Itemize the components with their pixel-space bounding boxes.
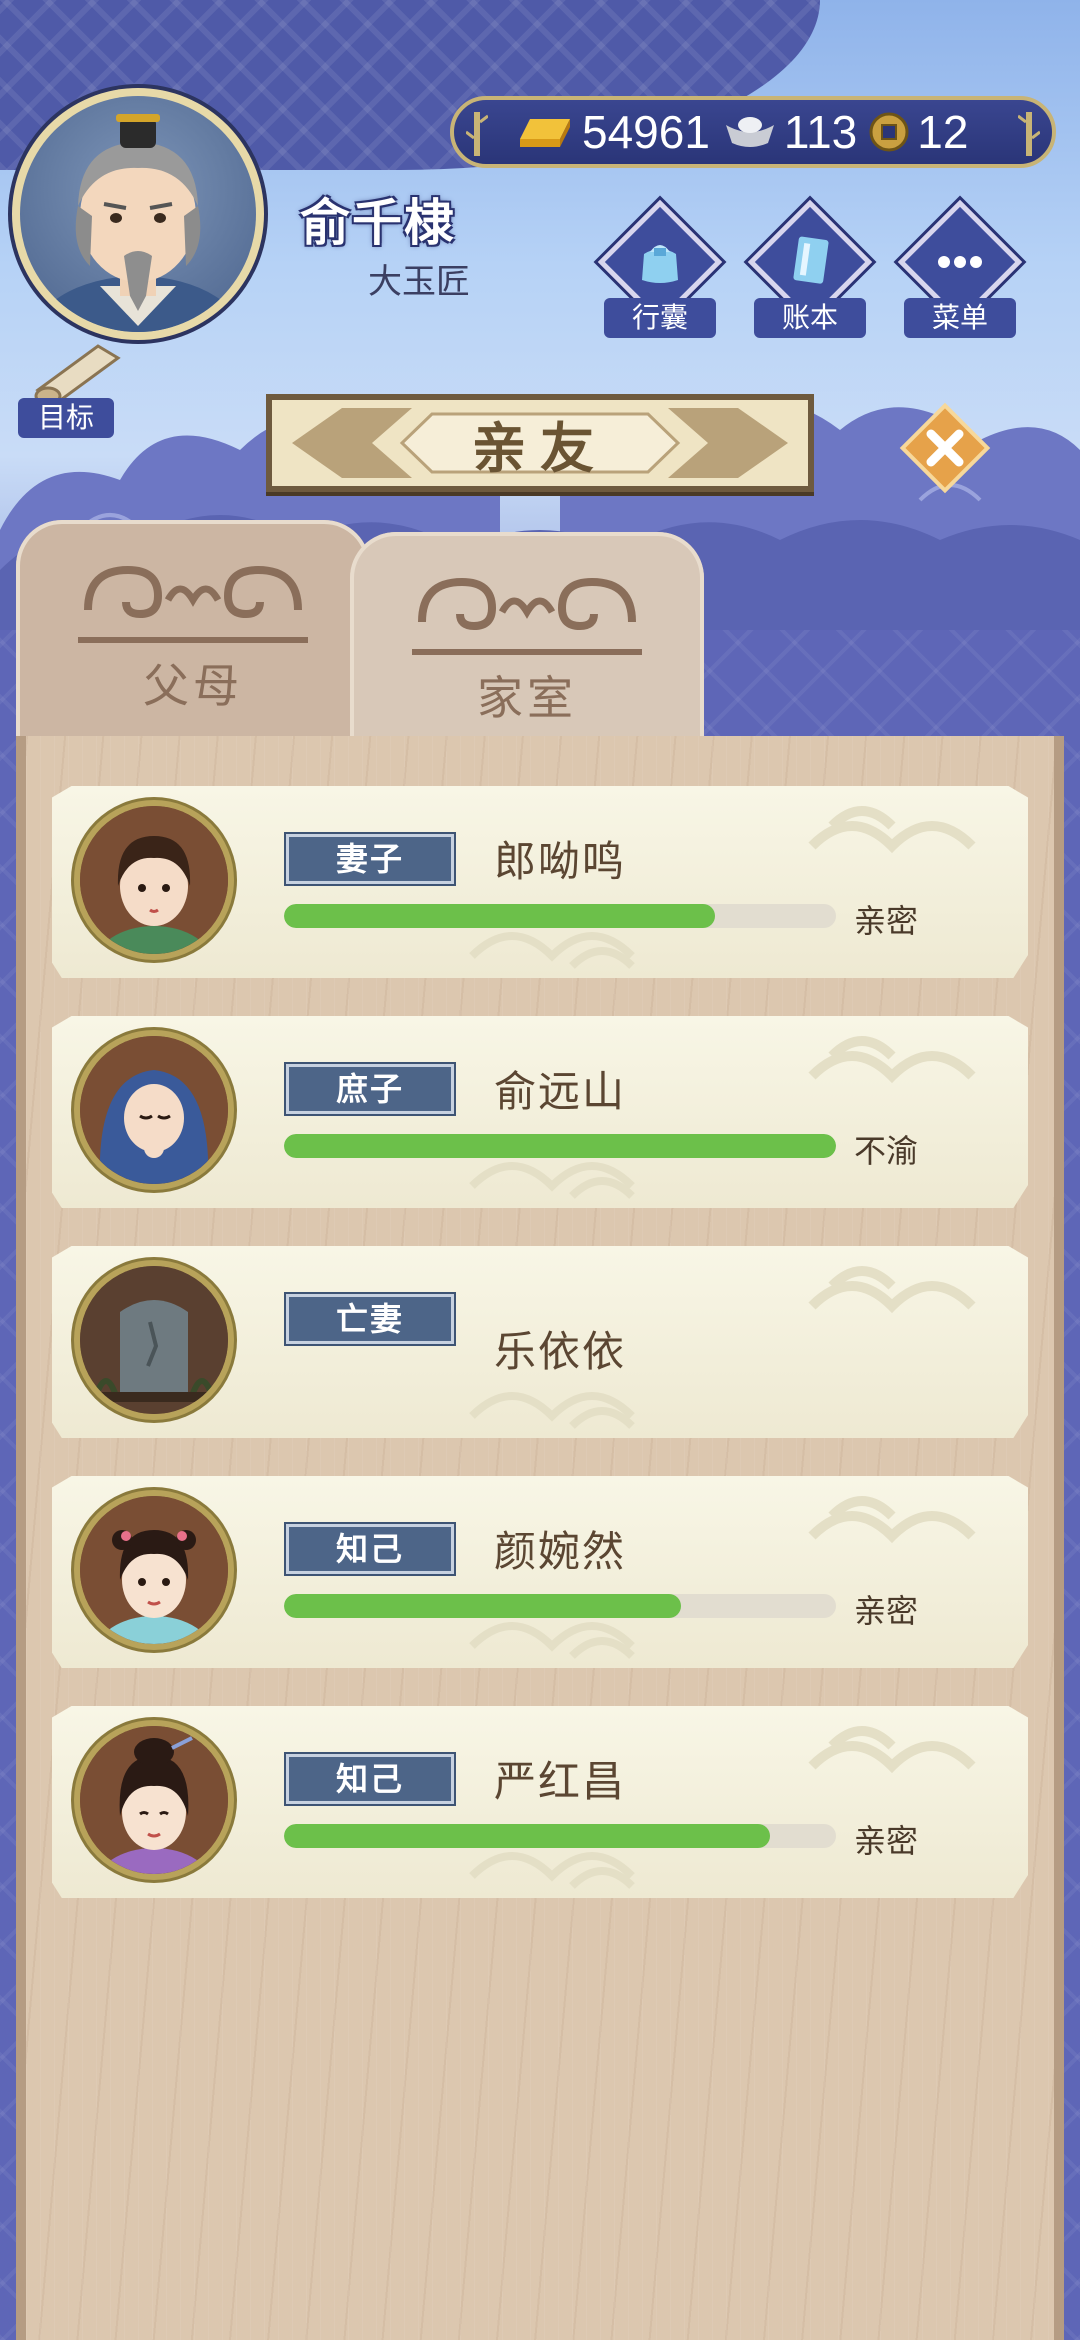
relation-portrait <box>74 1490 234 1650</box>
relation-name: 颜婉然 <box>494 1527 627 1576</box>
affection-bar <box>284 1824 836 1848</box>
affection-bar-fill <box>284 1134 836 1158</box>
bag-icon <box>642 245 678 283</box>
copper-coin-icon <box>869 112 909 152</box>
relation-tag: 知己 <box>286 1754 454 1804</box>
relation-tag: 庶子 <box>286 1064 454 1114</box>
relation-name: 俞远山 <box>494 1067 627 1116</box>
goal-label: 目标 <box>18 398 114 438</box>
close-button[interactable] <box>895 398 995 498</box>
coin-currency: 12 <box>867 105 968 159</box>
relation-portrait <box>74 1260 234 1420</box>
player-rank-title: 大玉匠 <box>368 262 470 302</box>
affection-bar-fill <box>284 1594 682 1618</box>
affection-bar-fill <box>284 1824 770 1848</box>
relation-portrait <box>74 1720 234 1880</box>
silver-amount: 113 <box>783 106 858 158</box>
goal-button[interactable]: 目标 <box>18 340 128 440</box>
tab-parents[interactable]: 父母 <box>16 520 370 750</box>
confidant-portrait <box>80 1496 228 1644</box>
ledger-icon <box>793 236 829 284</box>
confidant-portrait <box>80 1726 228 1874</box>
gold-currency: 54961 <box>514 105 710 159</box>
affection-bar-fill <box>284 904 715 928</box>
page-title: 亲友 <box>472 416 608 480</box>
relation-name: 乐依依 <box>494 1327 627 1376</box>
bamboo-icon <box>466 112 488 156</box>
silver-ingot-icon <box>725 117 774 147</box>
silver-currency: 113 <box>722 105 857 159</box>
bamboo-icon <box>1018 112 1040 156</box>
menu-label: 菜单 <box>904 298 1016 338</box>
affection-bar <box>284 904 836 928</box>
affection-status: 不渝 <box>854 1132 919 1170</box>
relation-portrait <box>74 800 234 960</box>
relation-tag: 亡妻 <box>286 1294 454 1344</box>
ledger-label: 账本 <box>754 298 866 338</box>
coin-amount: 12 <box>917 106 969 158</box>
page-title-banner: 亲友 <box>266 394 814 492</box>
relation-name: 郎呦鸣 <box>494 837 627 886</box>
ledger-button[interactable]: 账本 <box>747 199 873 338</box>
affection-status: 亲密 <box>854 902 919 940</box>
relation-portrait <box>74 1030 234 1190</box>
cloud-ornament-icon <box>78 565 308 643</box>
relation-card[interactable]: 妻子 郎呦鸣 亲密 <box>52 786 1028 978</box>
cloud-ornament-icon <box>412 577 642 655</box>
wife-portrait <box>80 806 228 954</box>
baby-portrait <box>80 1036 228 1184</box>
menu-button[interactable]: 菜单 <box>897 199 1023 338</box>
bag-button[interactable]: 行囊 <box>597 199 723 338</box>
relation-card[interactable]: 亡妻 乐依依 <box>52 1246 1028 1438</box>
affection-status: 亲密 <box>854 1822 919 1860</box>
bag-label: 行囊 <box>604 298 716 338</box>
more-dots-icon <box>938 256 982 268</box>
relation-card[interactable]: 庶子 俞远山 不渝 <box>52 1016 1028 1208</box>
player-name: 俞千棣 <box>300 194 456 252</box>
relation-name: 严红昌 <box>494 1757 627 1806</box>
affection-bar <box>284 1594 836 1618</box>
player-portrait <box>30 114 246 332</box>
gravestone-icon <box>80 1266 228 1414</box>
gold-amount: 54961 <box>582 106 710 158</box>
relation-tag: 妻子 <box>286 834 454 884</box>
tab-household-label: 家室 <box>477 671 577 725</box>
tab-household[interactable]: 家室 <box>350 532 704 762</box>
relation-card[interactable]: 知己 严红昌 亲密 <box>52 1706 1028 1898</box>
gold-ingot-icon <box>520 119 570 147</box>
close-icon <box>899 402 991 494</box>
relation-card[interactable]: 知己 颜婉然 亲密 <box>52 1476 1028 1668</box>
affection-bar <box>284 1134 836 1158</box>
affection-status: 亲密 <box>854 1592 919 1630</box>
relation-tag: 知己 <box>286 1524 454 1574</box>
currency-bar: 54961 113 12 <box>450 96 1056 168</box>
player-avatar[interactable] <box>12 88 264 340</box>
tab-parents-label: 父母 <box>143 659 243 713</box>
